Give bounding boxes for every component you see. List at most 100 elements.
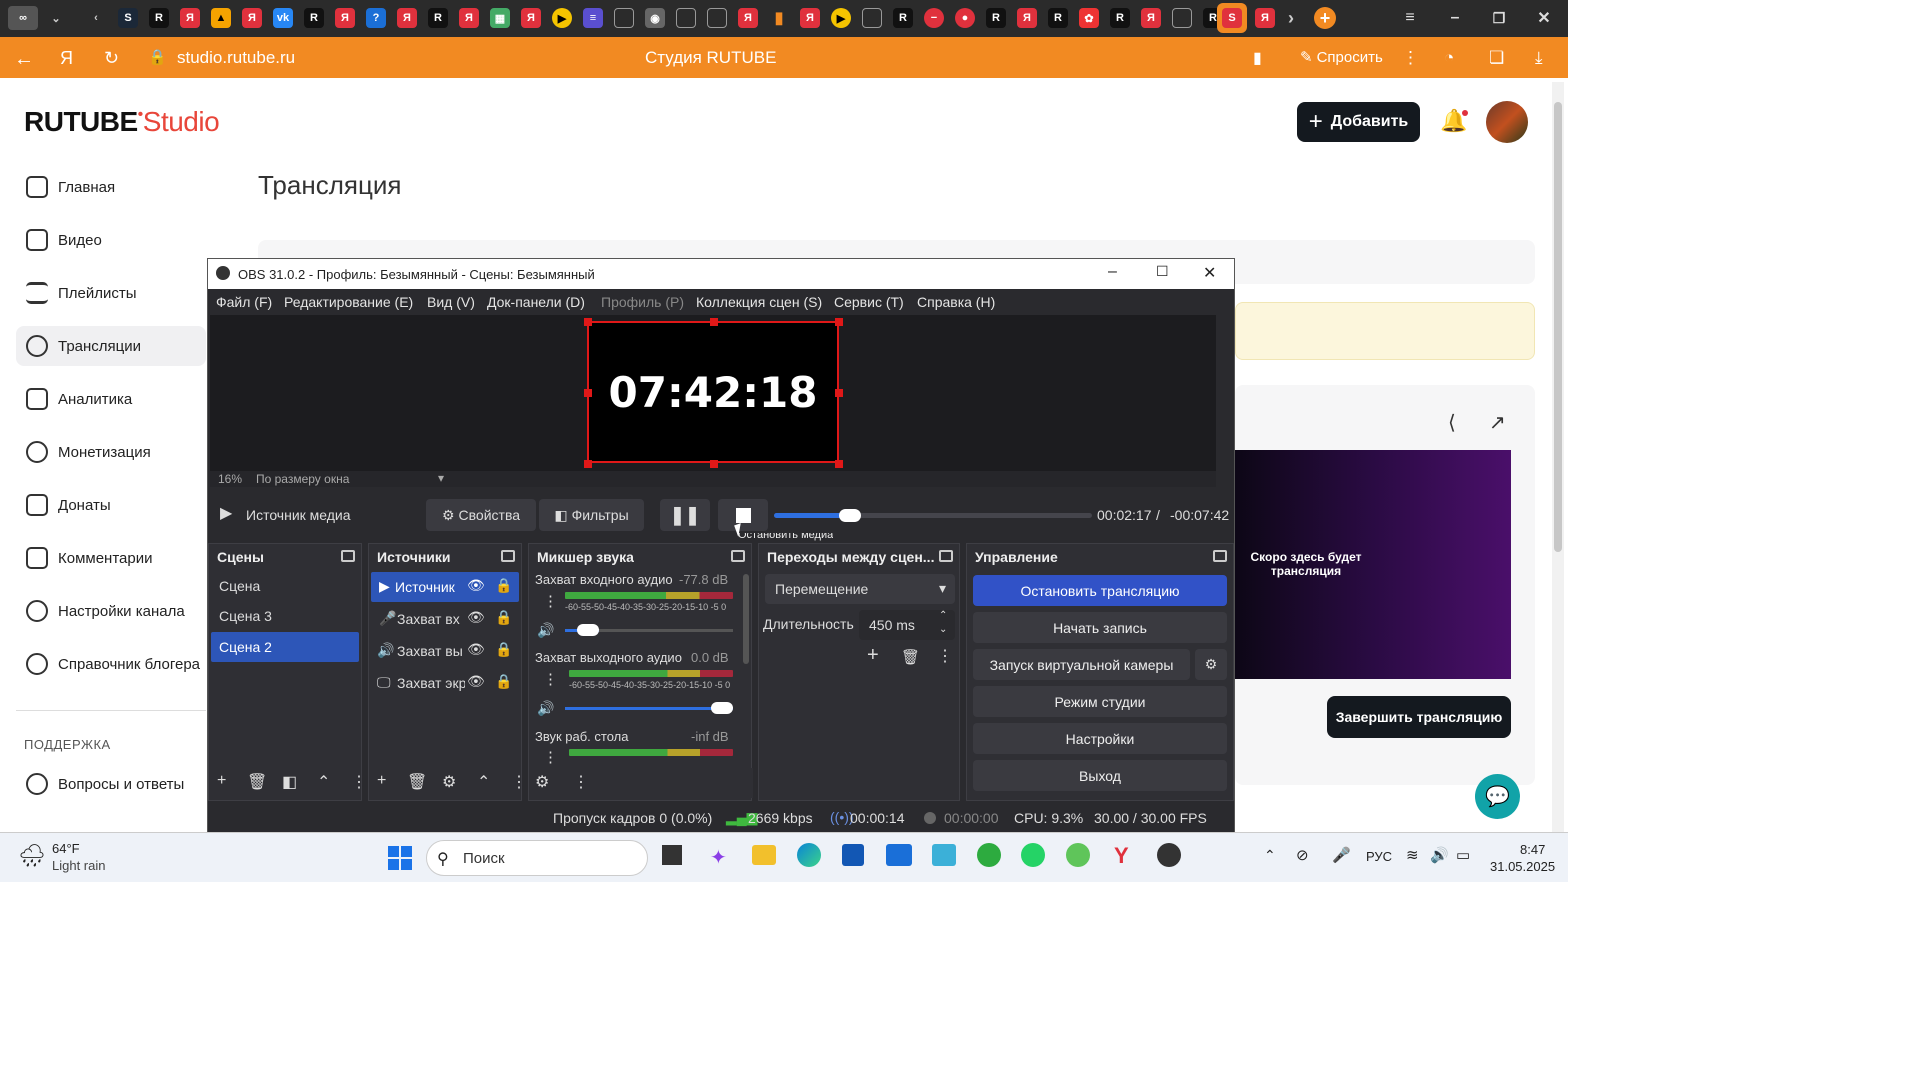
bookmark-icon[interactable]: ▮: [1253, 48, 1262, 68]
speaker-icon[interactable]: 🔊: [537, 622, 554, 639]
resize-handle[interactable]: [584, 460, 592, 468]
sidebar-item-monetization[interactable]: Монетизация: [16, 432, 206, 472]
virtual-camera-button[interactable]: Запуск виртуальной камеры: [973, 649, 1190, 680]
menu-tools[interactable]: Сервис (T): [834, 294, 904, 310]
remove-source-icon[interactable]: 🗑: [407, 772, 427, 792]
tab-doc-icon[interactable]: [676, 8, 696, 28]
menu-view[interactable]: Вид (V): [427, 294, 475, 310]
scene-item-selected[interactable]: Сцена 2: [211, 632, 359, 662]
page-scrollbar[interactable]: [1552, 82, 1564, 832]
external-link-icon[interactable]: ↗: [1489, 410, 1506, 435]
play-icon[interactable]: ▶: [220, 503, 232, 523]
scene-item[interactable]: Сцена: [211, 572, 359, 600]
tab-doc-icon[interactable]: [707, 8, 727, 28]
edge-icon[interactable]: [797, 843, 821, 867]
source-item-selected[interactable]: ▶ Источник 👁 🔒: [371, 572, 519, 602]
scene-filters-icon[interactable]: ◧: [282, 772, 297, 792]
obs-taskbar-icon[interactable]: [1157, 843, 1181, 867]
mic-icon[interactable]: 🎤: [1332, 846, 1351, 864]
whatsapp-icon[interactable]: [1021, 843, 1045, 867]
remove-scene-icon[interactable]: 🗑: [247, 772, 267, 792]
weather-icon[interactable]: 🌧: [18, 843, 46, 869]
spin-up-icon[interactable]: ⌃: [939, 610, 947, 621]
lock-icon[interactable]: 🔒: [148, 48, 167, 66]
tabs-scroll-right-icon[interactable]: ›: [1281, 8, 1301, 28]
tab-vk-icon[interactable]: vk: [273, 8, 293, 28]
volume-icon[interactable]: 🔊: [1430, 846, 1449, 864]
tab-rutube-icon[interactable]: R: [149, 8, 169, 28]
volume-slider[interactable]: [565, 624, 733, 636]
tab-rutube-icon[interactable]: R: [428, 8, 448, 28]
tab-rutube-icon[interactable]: R: [1110, 8, 1130, 28]
collections-icon[interactable]: ❏: [1489, 48, 1504, 68]
tab-yandex-icon[interactable]: Я: [800, 8, 820, 28]
maximize-icon[interactable]: ☐: [1156, 263, 1169, 280]
tab-yandex-icon[interactable]: Я: [397, 8, 417, 28]
tab-yandex-icon[interactable]: Я: [1255, 8, 1275, 28]
add-source-icon[interactable]: +: [377, 772, 386, 790]
exit-button[interactable]: Выход: [973, 760, 1227, 791]
properties-button[interactable]: ⚙ Свойства: [426, 499, 536, 531]
tab-doc-icon[interactable]: [614, 8, 634, 28]
virtual-camera-settings-icon[interactable]: ⚙: [1195, 649, 1227, 680]
add-button[interactable]: + Добавить: [1297, 102, 1420, 142]
tab-app-icon[interactable]: ✿: [1079, 8, 1099, 28]
menu-file[interactable]: Файл (F): [216, 294, 272, 310]
ask-button[interactable]: ✎ Спросить: [1290, 43, 1394, 71]
file-explorer-icon[interactable]: [752, 845, 776, 865]
menu-docks[interactable]: Док-панели (D): [487, 294, 585, 310]
menu-edit[interactable]: Редактирование (E): [284, 294, 413, 310]
start-recording-button[interactable]: Начать запись: [973, 612, 1227, 643]
tab-yandex-icon[interactable]: Я: [459, 8, 479, 28]
minimize-icon[interactable]: –: [1108, 263, 1117, 281]
sidebar-item-analytics[interactable]: Аналитика: [16, 379, 206, 419]
source-properties-icon[interactable]: ⚙: [442, 772, 456, 792]
sidebar-item-streams[interactable]: Трансляции: [16, 326, 206, 366]
scrollbar-thumb[interactable]: [1554, 102, 1562, 552]
eye-icon[interactable]: 👁: [467, 673, 485, 690]
volume-thumb[interactable]: [711, 702, 733, 714]
back-icon[interactable]: ←: [14, 48, 34, 71]
stop-button[interactable]: [718, 499, 768, 531]
zoom-mode[interactable]: По размеру окна: [256, 472, 349, 486]
minimize-icon[interactable]: –: [1445, 8, 1465, 28]
address-text[interactable]: studio.rutube.ru: [177, 48, 295, 68]
sidebar-item-faq[interactable]: Вопросы и ответы: [16, 764, 206, 804]
tab-play-icon[interactable]: ▶: [552, 8, 572, 28]
resize-handle[interactable]: [584, 389, 592, 397]
wifi-icon[interactable]: ≋: [1406, 846, 1419, 864]
undock-icon[interactable]: [1213, 550, 1227, 562]
transition-select[interactable]: Перемещение ▾: [765, 574, 955, 604]
undock-icon[interactable]: [731, 550, 745, 562]
tab-rutube-icon[interactable]: R: [1048, 8, 1068, 28]
torrent-icon[interactable]: [977, 843, 1001, 867]
add-scene-icon[interactable]: +: [217, 772, 226, 790]
more-icon[interactable]: ⋮: [351, 772, 367, 792]
end-stream-button[interactable]: Завершить трансляцию: [1327, 696, 1511, 738]
tab-yandex-icon[interactable]: Я: [1017, 8, 1037, 28]
network-off-icon[interactable]: ⊘: [1296, 846, 1309, 864]
tab-list-icon[interactable]: ≡: [583, 8, 603, 28]
filters-button[interactable]: ◧ Фильтры: [539, 499, 644, 531]
more-icon[interactable]: ⋮: [573, 772, 589, 792]
task-view-icon[interactable]: [662, 845, 682, 865]
start-icon[interactable]: [388, 846, 412, 870]
tabs-scroll-left-icon[interactable]: ‹: [86, 8, 106, 28]
tab-stop-icon[interactable]: −: [924, 8, 944, 28]
reload-icon[interactable]: ↻: [104, 48, 119, 69]
tab-yandex-icon[interactable]: Я: [521, 8, 541, 28]
zoom-dropdown-icon[interactable]: ▾: [438, 471, 444, 485]
tab-yandex-icon[interactable]: Я: [738, 8, 758, 28]
tab-yandex-icon[interactable]: Я: [242, 8, 262, 28]
tab-active-studio-icon[interactable]: S: [1217, 3, 1247, 33]
obs-preview[interactable]: 07:42:18: [210, 315, 1216, 475]
scene-item[interactable]: Сцена 3: [211, 602, 359, 630]
add-transition-icon[interactable]: +: [867, 644, 879, 667]
volume-slider[interactable]: [565, 702, 733, 714]
close-icon[interactable]: ✕: [1203, 263, 1216, 283]
tab-rutube-icon[interactable]: R: [304, 8, 324, 28]
source-item[interactable]: 🎤 Захват вх 👁 🔒: [371, 604, 519, 634]
lock-icon[interactable]: 🔒: [495, 609, 512, 626]
channel-menu-icon[interactable]: ⋮: [543, 748, 558, 766]
resize-handle[interactable]: [710, 460, 718, 468]
